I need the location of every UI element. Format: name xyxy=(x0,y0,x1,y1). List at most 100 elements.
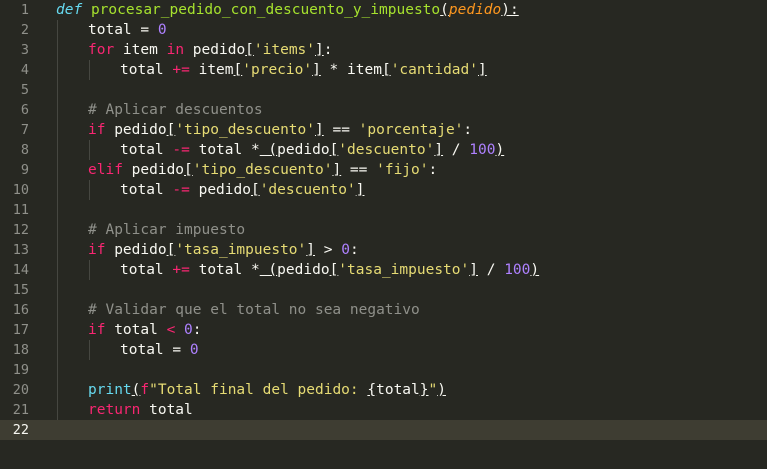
text-token: * xyxy=(250,142,260,158)
text-token: total xyxy=(140,402,193,418)
bracket-token: ] xyxy=(306,242,315,258)
line-number: 16 xyxy=(12,302,29,318)
code-line-3: for item in pedido['items']: xyxy=(88,40,332,60)
code-line-20: print(f"Total final del pedido: {total}"… xyxy=(88,380,446,400)
text-token: pedido xyxy=(277,142,330,158)
text-token: item xyxy=(189,62,234,78)
code-line-2: total = 0 xyxy=(88,20,167,40)
bracket-token: ] xyxy=(355,182,365,198)
fstring-prefix-token: f xyxy=(140,382,150,398)
bracket-token: [ xyxy=(245,42,254,58)
line-number: 5 xyxy=(20,82,29,98)
string-token: 'items' xyxy=(253,42,316,58)
indent-guide xyxy=(89,260,90,280)
bracket-token: ] xyxy=(478,62,487,78)
keyword-token: elif xyxy=(88,162,123,178)
keyword-token: if xyxy=(88,122,106,138)
string-token: 'fijo' xyxy=(376,162,429,178)
line-number: 7 xyxy=(20,122,29,138)
line-number: 19 xyxy=(12,362,29,378)
keyword-token: for xyxy=(88,42,115,58)
code-line-9: elif pedido['tipo_descuento'] == 'fijo': xyxy=(88,160,437,180)
line-number: 8 xyxy=(20,142,29,158)
bracket-token: ] xyxy=(434,142,444,158)
keyword-token: return xyxy=(88,402,141,418)
code-line-4: total += item['precio'] * item['cantidad… xyxy=(120,60,487,80)
number-token: 0 xyxy=(189,342,199,358)
text-token: total xyxy=(120,62,173,78)
operator-token: -= xyxy=(172,182,190,198)
operator-token: -= xyxy=(172,142,190,158)
text-token: : xyxy=(323,42,333,58)
bracket-token: ) xyxy=(530,262,540,278)
number-token: 0 xyxy=(184,322,193,338)
code-editor[interactable]: 1 2 3 4 5 6 7 8 9 10 11 12 13 14 15 16 1… xyxy=(0,0,767,469)
line-number: 12 xyxy=(12,222,29,238)
bracket-token: ( xyxy=(259,142,278,158)
indent-guide xyxy=(89,60,90,80)
line-number: 3 xyxy=(20,42,29,58)
text-token: : xyxy=(463,122,473,138)
code-line-7: if pedido['tipo_descuento'] == 'porcenta… xyxy=(88,120,472,140)
text-token: total xyxy=(120,142,173,158)
code-line-18: total = 0 xyxy=(120,340,199,360)
operator-token: += xyxy=(172,62,190,78)
function-name-token: procesar_pedido_con_descuento_y_impuesto xyxy=(90,2,441,18)
bracket-token: ] xyxy=(332,162,342,178)
builtin-token: print xyxy=(88,382,132,398)
bracket-token: ): xyxy=(501,2,519,18)
line-number: 9 xyxy=(20,162,29,178)
text-token: total xyxy=(120,182,173,198)
line-number: 2 xyxy=(20,22,29,38)
indent-guide xyxy=(89,180,90,200)
text-token: total xyxy=(120,262,173,278)
string-token: "Total final del pedido: xyxy=(149,382,368,398)
number-token: 0 xyxy=(157,22,167,38)
text-token: total xyxy=(189,142,251,158)
number-token: 100 xyxy=(469,142,496,158)
text-token: > xyxy=(315,242,342,258)
text-token: pedido xyxy=(105,242,167,258)
bracket-token: { xyxy=(367,382,377,398)
string-token: 'descuento' xyxy=(338,142,435,158)
parameter-token: pedido xyxy=(448,2,502,18)
text-token: pedido xyxy=(122,162,185,178)
code-line-12: # Aplicar impuesto xyxy=(88,222,246,238)
string-token: 'precio' xyxy=(242,62,313,78)
string-token: 'tipo_descuento' xyxy=(192,162,333,178)
keyword-token: if xyxy=(88,322,106,338)
keyword-token: def xyxy=(56,2,83,18)
code-line-13: if pedido['tasa_impuesto'] > 0: xyxy=(88,240,359,260)
text-token: total xyxy=(376,382,420,398)
text-token: pedido xyxy=(189,182,251,198)
bracket-token: ( xyxy=(259,262,278,278)
code-line-8: total -= total * (pedido['descuento'] / … xyxy=(120,140,504,160)
string-token: 'tipo_descuento' xyxy=(175,122,315,138)
text-token: pedido xyxy=(105,122,167,138)
string-token: 'cantidad' xyxy=(390,62,478,78)
operator-token: < xyxy=(166,322,176,338)
code-line-1: def procesar_pedido_con_descuento_y_impu… xyxy=(56,0,519,20)
line-number: 14 xyxy=(12,262,29,278)
bracket-token: ] xyxy=(315,42,324,58)
text-token: total = xyxy=(88,22,158,38)
text-token: * xyxy=(320,62,348,78)
line-number: 11 xyxy=(12,202,29,218)
text-token: pedido xyxy=(184,42,246,58)
text-token: item xyxy=(114,42,167,58)
code-line-14: total += total * (pedido['tasa_impuesto'… xyxy=(120,260,539,280)
code-line-10: total -= pedido['descuento'] xyxy=(120,180,364,200)
number-token: 0 xyxy=(341,242,350,258)
code-line-17: if total < 0: xyxy=(88,320,202,340)
text-token: / xyxy=(477,262,505,278)
bracket-token: [ xyxy=(233,62,243,78)
bracket-token: [ xyxy=(381,62,391,78)
number-token: 100 xyxy=(504,262,531,278)
line-number-active: 22 xyxy=(12,422,29,438)
bracket-token: ( xyxy=(440,2,449,18)
keyword-token: in xyxy=(166,42,185,58)
bracket-token: [ xyxy=(250,182,260,198)
text-token: == xyxy=(341,162,377,178)
bracket-token: [ xyxy=(184,162,193,178)
code-area[interactable]: def procesar_pedido_con_descuento_y_impu… xyxy=(56,0,767,469)
